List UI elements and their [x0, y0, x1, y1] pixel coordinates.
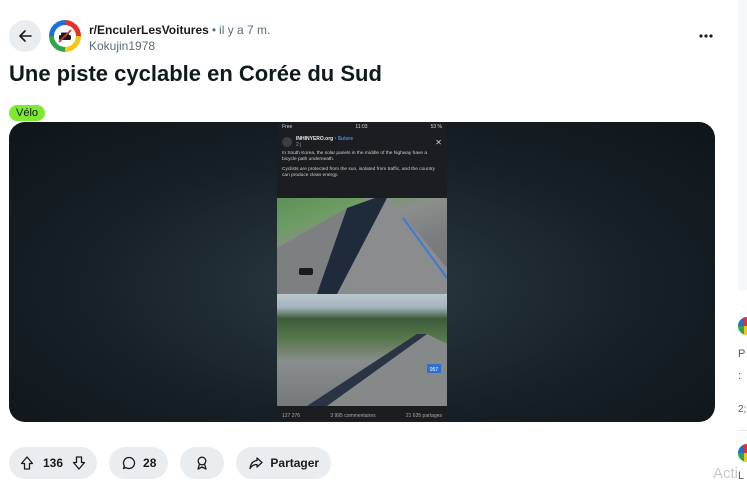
fb-page-name: INHINYERO.org · Suivre	[296, 136, 353, 142]
sidebar-fragment-4: L	[738, 470, 745, 482]
vote-count: 136	[43, 456, 64, 470]
fb-reactions-bar: 127 276 3 995 commentaires 21 635 partag…	[282, 413, 442, 419]
fb-share-count: 21 635 partages	[405, 413, 442, 419]
arrow-left-icon	[19, 30, 32, 42]
fb-comment-count: 3 995 commentaires	[330, 413, 376, 419]
highway-photo-bottom: 957	[277, 294, 447, 406]
comment-icon	[122, 456, 136, 470]
sidebar-edge	[738, 0, 747, 290]
more-options-button[interactable]	[694, 26, 718, 46]
sidebar-subreddit-logo-2	[738, 444, 747, 462]
fb-page-avatar	[282, 137, 292, 147]
fb-reaction-count: 127 276	[282, 413, 301, 419]
upvote-icon[interactable]	[19, 455, 35, 471]
highway-photo-top	[277, 198, 447, 294]
post-meta: r/EnculerLesVoitures • il y a 7 m. Kokujin…	[89, 22, 270, 54]
post-title: Une piste cyclable en Corée du Sud	[9, 61, 382, 86]
close-icon: ✕	[435, 137, 442, 147]
sidebar-subreddit-logo	[738, 317, 747, 335]
share-label: Partager	[270, 456, 320, 470]
post-flair[interactable]: Vélo	[9, 105, 46, 121]
phone-status-bar: Free 11:03 53 %	[277, 122, 447, 131]
no-car-icon	[58, 29, 72, 43]
fb-caption-line-2: Cyclists are protected from the sun, iso…	[282, 167, 435, 178]
windows-activation-watermark: Acti	[713, 465, 739, 482]
meta-separator: •	[211, 23, 217, 37]
downvote-icon[interactable]	[71, 455, 87, 471]
status-battery: 53 %	[430, 124, 442, 130]
fb-caption: In South Korea, the solar panels in the …	[277, 151, 447, 179]
sidebar-fragment-2: :	[738, 370, 742, 382]
share-button[interactable]: Partager	[236, 447, 332, 479]
status-time: 11:03	[355, 124, 368, 130]
sidebar-fragment-1: P	[738, 348, 746, 360]
subreddit-name[interactable]: r/EnculerLesVoitures	[89, 23, 209, 37]
post-actions: 136 28 Partager	[9, 447, 332, 479]
vote-group: 136	[9, 447, 98, 479]
award-icon	[197, 456, 208, 470]
back-button[interactable]	[9, 20, 41, 52]
post-media[interactable]: Free 11:03 53 % INHINYERO.org · Suivre 2…	[9, 122, 715, 422]
fb-post-header: INHINYERO.org · Suivre 2 j ✕	[277, 131, 447, 151]
more-horizontal-icon	[699, 34, 713, 38]
post-time: il y a 7 m.	[219, 23, 271, 37]
share-icon	[249, 457, 264, 470]
comments-button[interactable]: 28	[109, 447, 169, 479]
fb-post-age: 2 j	[296, 142, 302, 148]
sidebar-divider	[738, 430, 747, 431]
status-carrier: Free	[282, 124, 293, 130]
fb-caption-line-1: In South Korea, the solar panels in the …	[282, 151, 428, 162]
award-button[interactable]	[180, 447, 225, 479]
comment-count: 28	[143, 456, 157, 470]
subreddit-avatar[interactable]	[49, 20, 81, 52]
fb-follow-label: Suivre	[337, 136, 353, 142]
road-sign: 957	[430, 367, 439, 373]
embedded-screenshot: Free 11:03 53 % INHINYERO.org · Suivre 2…	[277, 122, 447, 422]
sidebar-fragment-3: 2;	[738, 404, 747, 415]
author-name[interactable]: Kokujin1978	[89, 38, 270, 54]
